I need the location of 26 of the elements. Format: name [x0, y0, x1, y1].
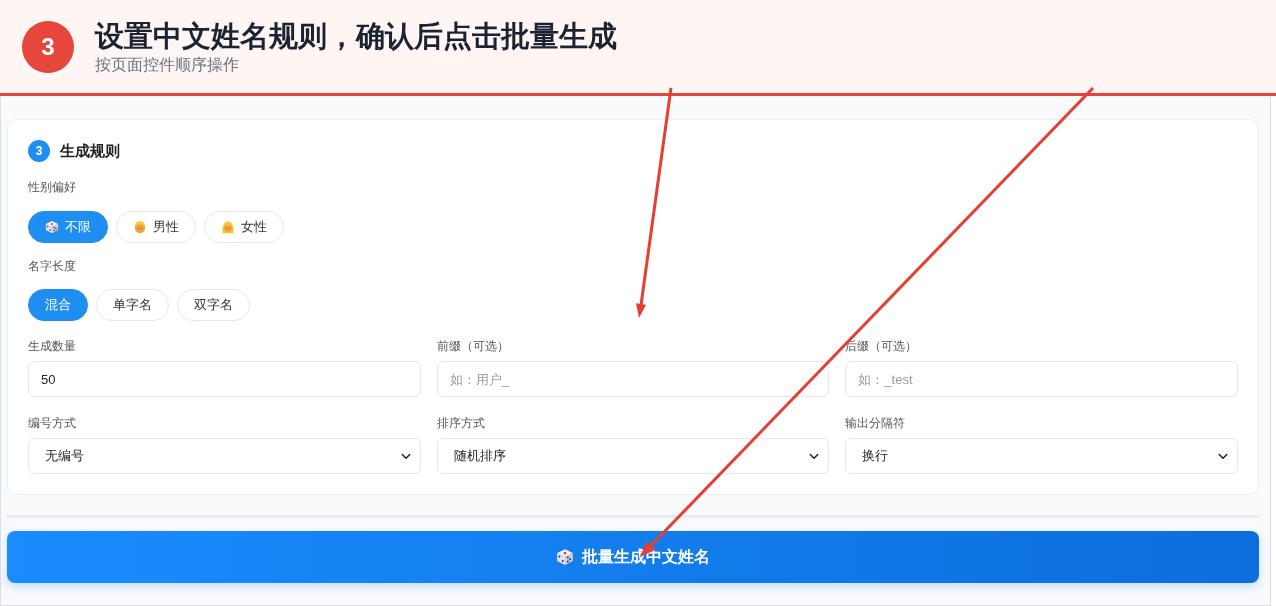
field-label: 性别偏好	[28, 179, 76, 196]
field-label: 名字长度	[28, 258, 76, 275]
woman-face-icon	[221, 220, 235, 234]
toggle-button[interactable]: 双字名	[177, 289, 250, 321]
page-title: 设置中文姓名规则，确认后点击批量生成	[95, 19, 617, 54]
dropdown[interactable]: 随机排序	[436, 438, 830, 474]
field-label: 输出分隔符	[845, 415, 906, 432]
toggle-button[interactable]: 女性	[204, 211, 284, 243]
field-label: 排序方式	[436, 415, 485, 432]
dice-icon	[556, 548, 574, 566]
dropdown[interactable]: 无编号	[28, 438, 421, 474]
text-input[interactable]: 如：_test	[845, 361, 1238, 397]
section-title: 生成规则	[60, 140, 120, 161]
page-subtitle: 按页面控件顺序操作	[95, 55, 240, 75]
step-badge: 3	[22, 20, 74, 73]
step-badge: 3	[28, 140, 50, 162]
field-label: 编号方式	[28, 415, 76, 432]
man-face-icon	[133, 220, 147, 234]
text-input[interactable]: 如：用户_	[436, 361, 830, 397]
toggle-button[interactable]: 男性	[116, 211, 196, 243]
dropdown[interactable]: 换行	[845, 438, 1238, 474]
text-input[interactable]: 50	[28, 361, 421, 397]
field-label: 生成数量	[28, 338, 76, 355]
toggle-button[interactable]: 单字名	[96, 289, 169, 321]
field-label: 前缀（可选）	[436, 338, 509, 355]
dice-icon	[45, 220, 59, 234]
